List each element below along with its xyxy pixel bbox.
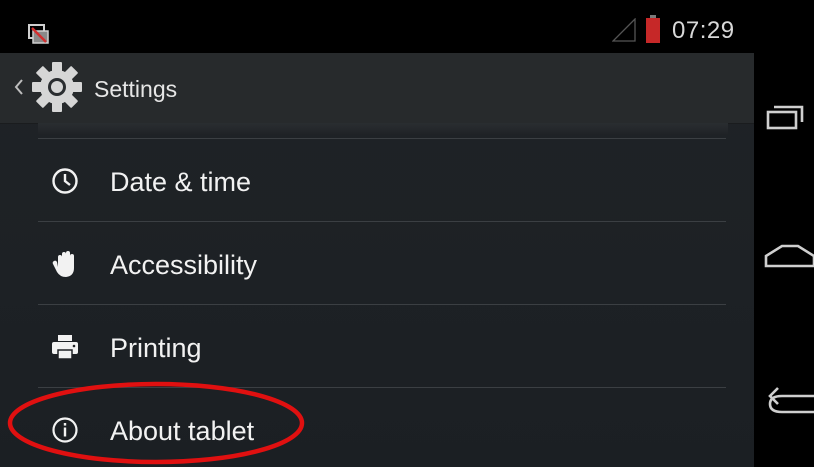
- status-clock: 07:29: [672, 17, 735, 44]
- settings-item-accessibility[interactable]: Accessibility: [38, 222, 726, 304]
- back-icon[interactable]: [762, 376, 814, 428]
- list-item-label: Accessibility: [110, 250, 258, 280]
- page-title: Settings: [94, 76, 178, 102]
- home-icon[interactable]: [762, 232, 814, 284]
- settings-item-date-time[interactable]: Date & time: [38, 139, 726, 221]
- settings-item-printing[interactable]: Printing: [38, 305, 726, 387]
- list-item-label: Date & time: [110, 167, 252, 197]
- hand-icon: [52, 251, 74, 277]
- info-icon: [52, 417, 78, 443]
- list-item-label: About tablet: [110, 416, 255, 446]
- screenshot-notification-icon: [28, 24, 49, 44]
- settings-app: 07:29 Settings Date & time Accessibility…: [0, 0, 754, 467]
- settings-item-about-tablet[interactable]: About tablet: [38, 388, 726, 467]
- action-bar[interactable]: Settings: [0, 53, 754, 124]
- status-bar: 07:29: [0, 0, 754, 53]
- scroll-fade: [38, 123, 728, 135]
- gear-icon[interactable]: [30, 60, 84, 114]
- battery-low-icon: [646, 15, 660, 43]
- signal-empty-icon: [612, 18, 636, 42]
- recent-apps-icon[interactable]: [762, 92, 814, 144]
- list-item-label: Printing: [110, 333, 202, 363]
- screen: 07:29 Settings Date & time Accessibility…: [0, 0, 814, 467]
- navigation-bar: [754, 0, 814, 467]
- printer-icon: [52, 335, 78, 360]
- clock-icon: [52, 168, 78, 194]
- chevron-left-icon[interactable]: [12, 77, 26, 97]
- settings-list: Date & time Accessibility Printing About…: [38, 138, 726, 467]
